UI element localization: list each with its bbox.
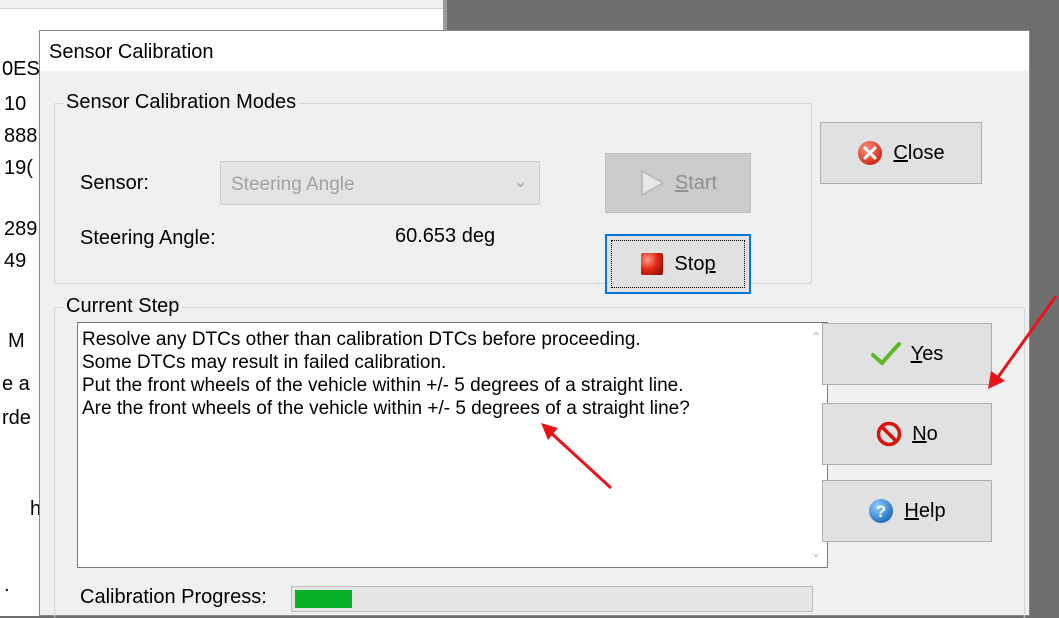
annotation-arrows bbox=[541, 295, 1058, 490]
annotation-arrow-to-yes bbox=[988, 295, 1058, 389]
annotation-arrow-to-text bbox=[541, 423, 613, 490]
